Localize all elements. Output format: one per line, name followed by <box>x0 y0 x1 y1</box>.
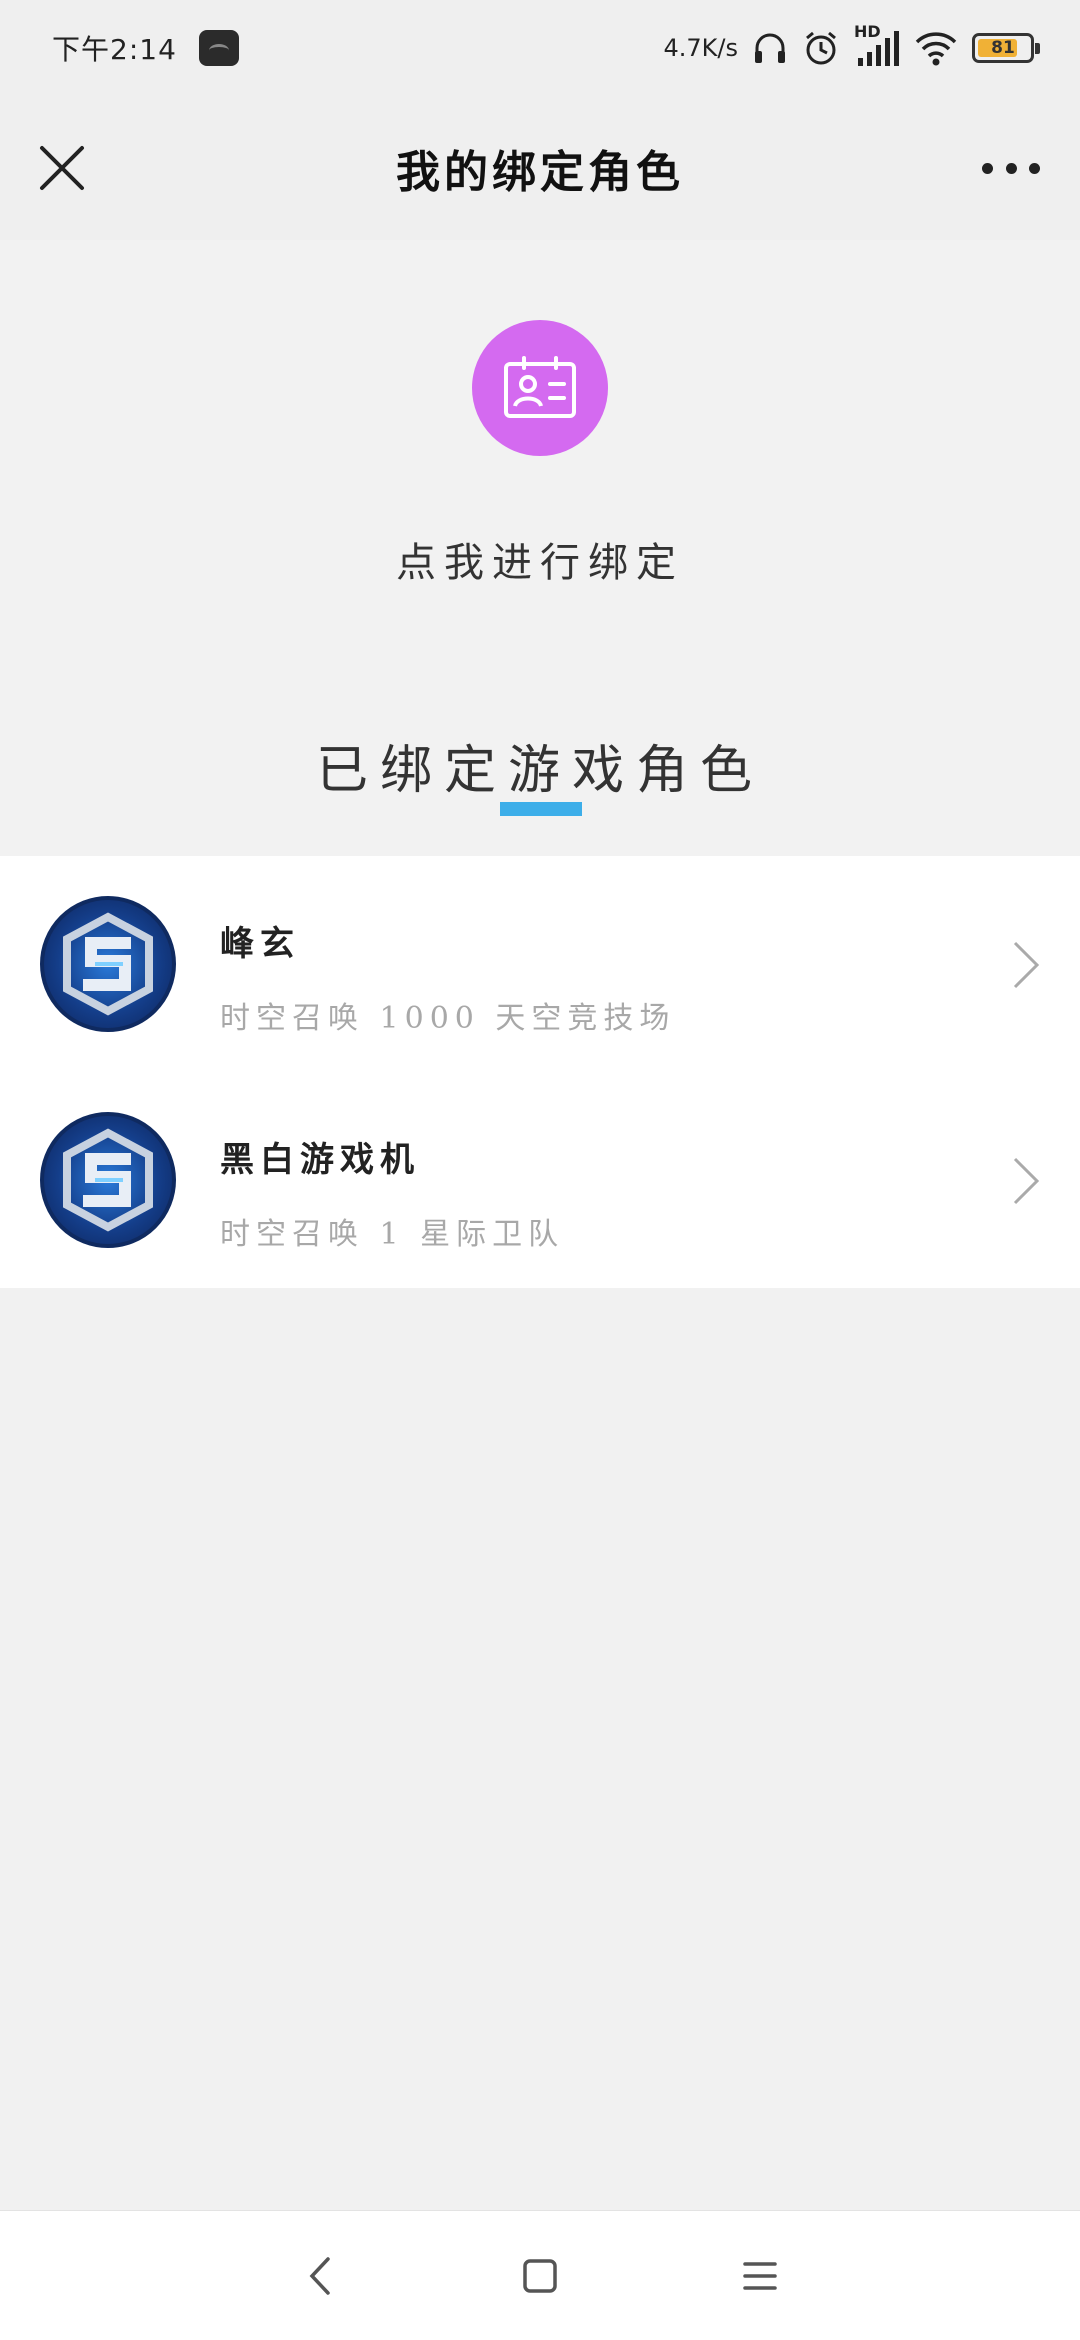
status-time: 下午2:14 <box>52 33 177 66</box>
bind-role-button[interactable] <box>472 320 608 456</box>
back-icon <box>309 2256 330 2295</box>
chevron-right-icon <box>1013 1157 1040 1205</box>
close-button[interactable] <box>34 140 90 196</box>
recents-button[interactable] <box>740 2256 780 2296</box>
signal-icon: HD <box>854 22 900 68</box>
network-speed: 4.7K/s <box>663 34 739 62</box>
page-title: 我的绑定角色 <box>396 147 684 198</box>
role-desc: 时空召唤 1 星际卫队 <box>220 1217 565 1252</box>
list-item[interactable]: 峰玄 时空召唤 1000 天空竞技场 <box>0 856 1080 1072</box>
more-dot <box>982 162 993 174</box>
id-card-icon <box>504 356 576 418</box>
menu-icon <box>743 2261 777 2290</box>
game-logo-icon <box>63 1128 153 1232</box>
back-button[interactable] <box>300 2256 340 2296</box>
wifi-icon <box>915 32 957 66</box>
home-icon <box>523 2258 557 2293</box>
title-bar: 我的绑定角色 <box>0 96 1080 240</box>
bind-role-label[interactable]: 点我进行绑定 <box>0 530 1080 588</box>
alarm-icon <box>806 31 836 65</box>
section-underline <box>500 802 582 816</box>
more-options-button[interactable] <box>976 140 1046 196</box>
game-logo-icon <box>63 912 153 1016</box>
home-button[interactable] <box>520 2256 560 2296</box>
more-dot <box>1005 162 1017 174</box>
avatar <box>40 896 176 1032</box>
battery-level: 81 <box>991 38 1015 58</box>
battery-icon: 81 <box>972 33 1040 63</box>
section-title: 已绑定游戏角色 <box>315 741 764 801</box>
chevron-right-icon <box>1013 941 1040 989</box>
role-list: 峰玄 时空召唤 1000 天空竞技场 黑白游戏机 时空召唤 1 星际卫队 <box>0 856 1080 1288</box>
system-nav-bar <box>0 2210 1080 2340</box>
status-bar: 下午2:14 4.7K/s HD 81 <box>0 0 1080 96</box>
app-notification-icon <box>198 30 239 66</box>
headphones-icon <box>755 33 785 63</box>
list-item[interactable]: 黑白游戏机 时空召唤 1 星际卫队 <box>0 1072 1080 1288</box>
role-name: 黑白游戏机 <box>220 1140 420 1180</box>
more-dot <box>1029 162 1040 174</box>
close-icon <box>40 146 84 190</box>
role-name: 峰玄 <box>220 924 300 964</box>
bind-section: 点我进行绑定 已绑定游戏角色 <box>0 240 1080 856</box>
role-desc: 时空召唤 1000 天空竞技场 <box>220 1001 676 1036</box>
avatar <box>40 1112 176 1248</box>
